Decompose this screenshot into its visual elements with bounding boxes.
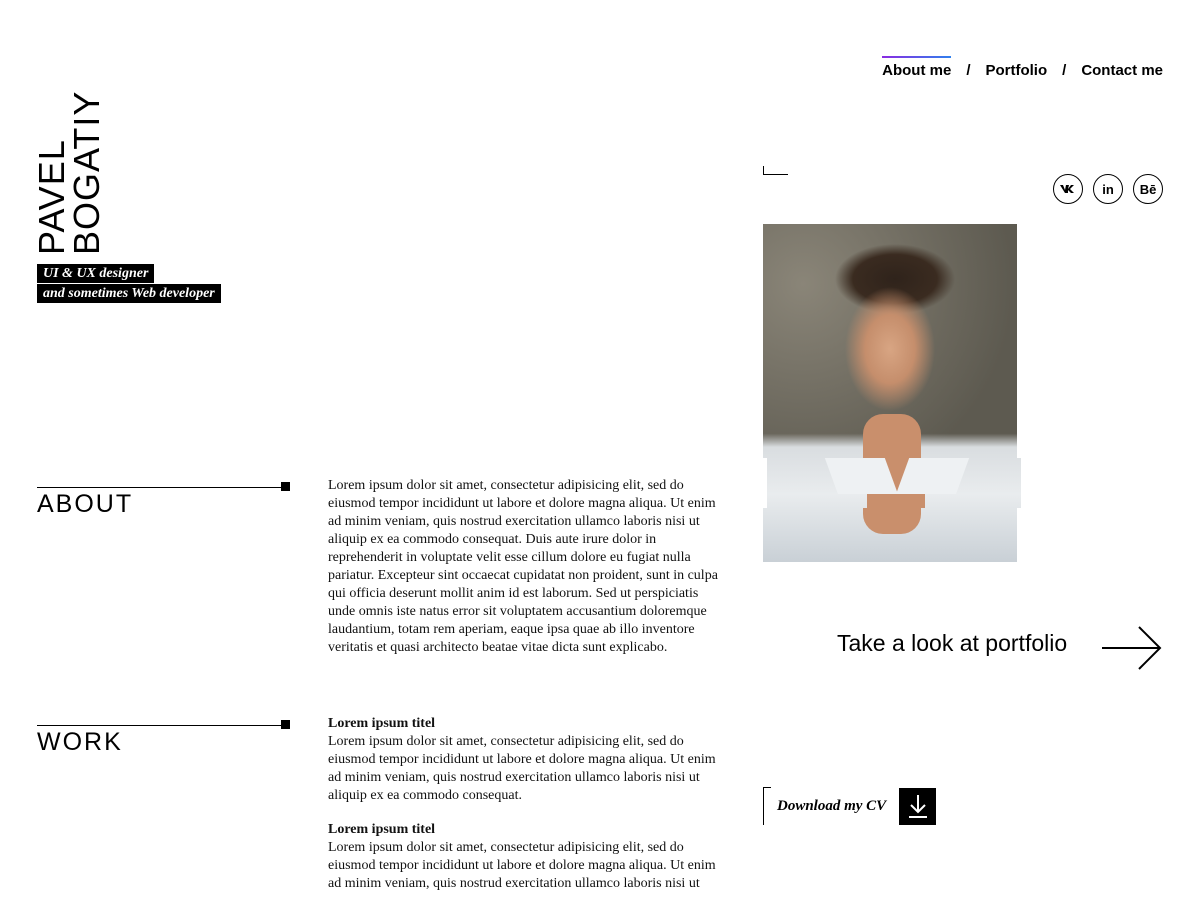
nav-separator: / (1062, 62, 1067, 79)
arrow-right-icon[interactable] (1102, 626, 1162, 670)
vk-icon[interactable] (1053, 174, 1083, 204)
nav-portfolio[interactable]: Portfolio (985, 62, 1047, 79)
work-item-title: Lorem ipsum titel (328, 822, 436, 837)
profile-photo (763, 224, 1021, 562)
nav-separator: / (966, 62, 971, 79)
work-item-text: Lorem ipsum dolor sit amet, consectetur … (328, 734, 716, 803)
linkedin-icon[interactable]: in (1093, 174, 1123, 204)
work-item-text: Lorem ipsum dolor sit amet, consectetur … (328, 840, 716, 891)
portfolio-link[interactable]: Take a look at portfolio (837, 630, 1067, 657)
nav-contact-me[interactable]: Contact me (1081, 62, 1163, 79)
about-divider (37, 482, 290, 491)
nav-about-me[interactable]: About me (882, 56, 952, 79)
social-links: in Bē (1053, 174, 1163, 204)
work-item: Lorem ipsum titel Lorem ipsum dolor sit … (328, 821, 728, 893)
download-icon (908, 795, 927, 818)
name-first: PAVEL (31, 139, 72, 255)
main-nav: About me / Portfolio / Contact me (882, 56, 1163, 79)
tagline: UI & UX designer and sometimes Web devel… (37, 264, 221, 304)
work-list: Lorem ipsum titel Lorem ipsum dolor sit … (328, 715, 728, 909)
name-last: BOGATIY (66, 90, 107, 255)
tagline-line1: UI & UX designer (37, 264, 155, 283)
download-cv[interactable]: Download my CV (763, 787, 937, 825)
photo-corner-mark (763, 166, 788, 175)
download-cv-button[interactable] (899, 787, 937, 825)
behance-icon[interactable]: Bē (1133, 174, 1163, 204)
cv-bracket (763, 787, 771, 825)
work-divider (37, 720, 290, 729)
work-item: Lorem ipsum titel Lorem ipsum dolor sit … (328, 715, 728, 805)
work-heading: WORK (37, 728, 123, 756)
about-text: Lorem ipsum dolor sit amet, consectetur … (328, 478, 718, 655)
download-cv-label: Download my CV (777, 797, 887, 814)
tagline-line2: and sometimes Web developer (37, 284, 221, 303)
work-item-title: Lorem ipsum titel (328, 716, 436, 731)
about-heading: ABOUT (37, 490, 134, 518)
site-name: PAVEL BOGATIY (31, 75, 107, 255)
